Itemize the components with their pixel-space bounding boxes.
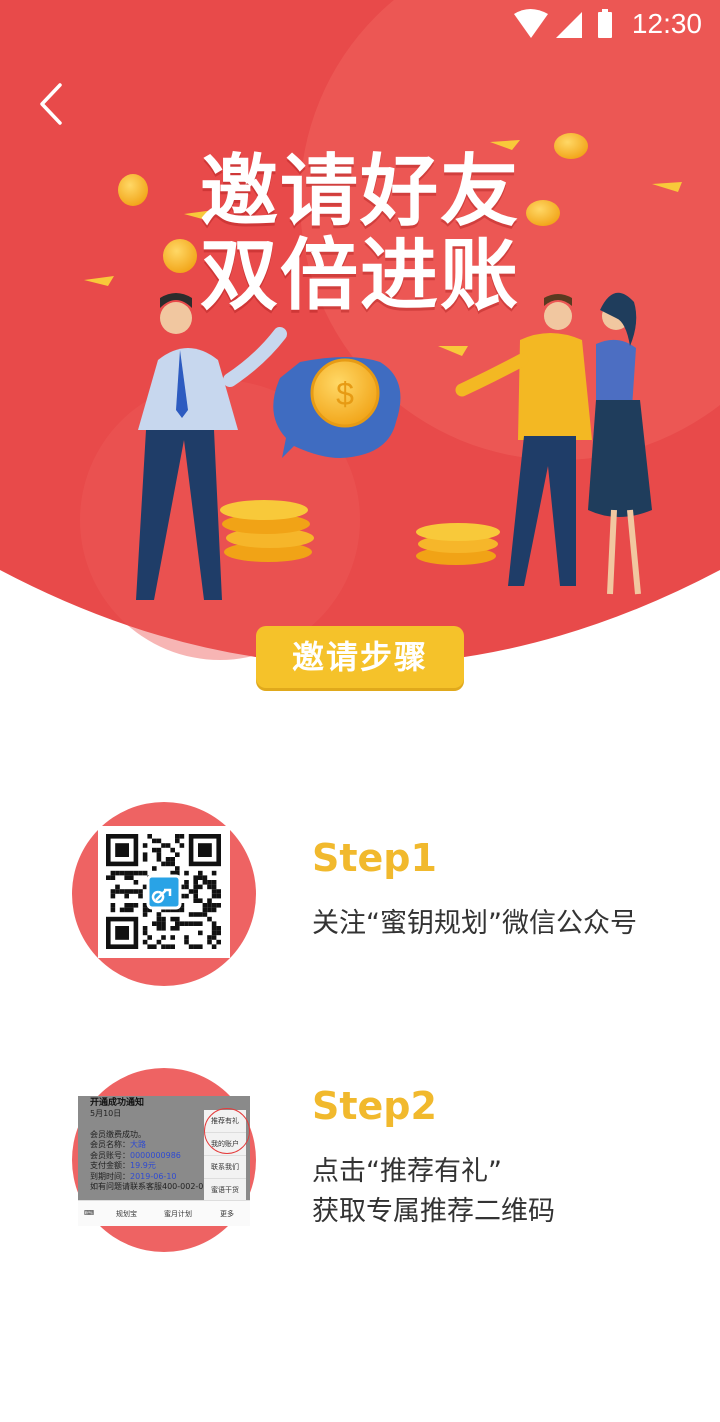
message-value: 2019-06-10 xyxy=(130,1171,177,1181)
message-value: 19.9元 xyxy=(130,1161,156,1170)
message-value: 大路 xyxy=(130,1140,146,1149)
hero-title-line1: 邀请好友 xyxy=(199,147,520,237)
notification-message: 开通成功通知 5月10日 会员缴费成功。 会员名称：大路 会员账号：000000… xyxy=(90,1098,214,1193)
svg-text:$: $ xyxy=(336,376,354,412)
message-line: 会员缴费成功。 xyxy=(90,1129,146,1139)
wifi-icon xyxy=(514,9,548,38)
tab-item: 蜜月计划 xyxy=(164,1210,192,1218)
battery-icon xyxy=(598,12,612,38)
hero-banner: $ 12:30 邀请好友 双倍进账 xyxy=(0,0,720,700)
highlight-ring xyxy=(204,1108,250,1154)
step-2-title: Step2 xyxy=(312,1084,437,1128)
step-1-title: Step1 xyxy=(312,836,437,880)
chevron-left-icon xyxy=(40,83,62,125)
wechat-tabbar: ⌨ 规划宝 蜜月计划 更多 xyxy=(78,1200,250,1226)
status-bar: 12:30 xyxy=(0,0,720,52)
tab-item: 更多 xyxy=(220,1210,234,1218)
qr-code-icon xyxy=(106,834,221,949)
signal-icon xyxy=(556,12,582,38)
message-line: 会员账号： xyxy=(90,1150,130,1160)
notification-date: 5月10日 xyxy=(90,1108,122,1118)
status-time: 12:30 xyxy=(631,8,702,39)
wechat-screenshot: 开通成功通知 5月10日 会员缴费成功。 会员名称：大路 会员账号：000000… xyxy=(78,1096,250,1226)
keyboard-icon: ⌨ xyxy=(84,1209,95,1217)
back-button[interactable] xyxy=(30,80,74,128)
step-1-desc-line: 关注“蜜钥规划”微信公众号 xyxy=(312,908,637,939)
hero-title: 邀请好友 双倍进账 xyxy=(0,150,720,318)
notification-title: 开通成功通知 xyxy=(90,1098,145,1108)
step-2-description: 点击“推荐有礼” 获取专属推荐二维码 xyxy=(312,1152,555,1232)
message-line: 如有问题请联系客服400-002-065 xyxy=(90,1182,214,1191)
step-2: 开通成功通知 5月10日 会员缴费成功。 会员名称：大路 会员账号：000000… xyxy=(0,1066,720,1266)
step-1-description: 关注“蜜钥规划”微信公众号 xyxy=(312,904,637,944)
qr-code-image xyxy=(98,826,230,958)
hero-illustration: $ xyxy=(0,0,720,665)
invite-steps-button[interactable]: 邀请步骤 xyxy=(256,626,464,688)
tab-item: 规划宝 xyxy=(116,1210,137,1218)
step-1: Step1 关注“蜜钥规划”微信公众号 xyxy=(0,800,720,1000)
message-line: 支付金额： xyxy=(90,1161,130,1170)
step-2-desc-line: 点击“推荐有礼” xyxy=(312,1156,502,1187)
hero-title-line2: 双倍进账 xyxy=(199,231,520,321)
step-2-desc-line: 获取专属推荐二维码 xyxy=(312,1196,555,1227)
message-line: 会员名称： xyxy=(90,1140,130,1149)
status-icons xyxy=(514,9,612,38)
menu-item: 联系我们 xyxy=(204,1156,246,1179)
message-value: 0000000986 xyxy=(130,1150,181,1160)
menu-item: 蜜语干货 xyxy=(204,1179,246,1202)
message-line: 到期时间： xyxy=(90,1171,130,1181)
